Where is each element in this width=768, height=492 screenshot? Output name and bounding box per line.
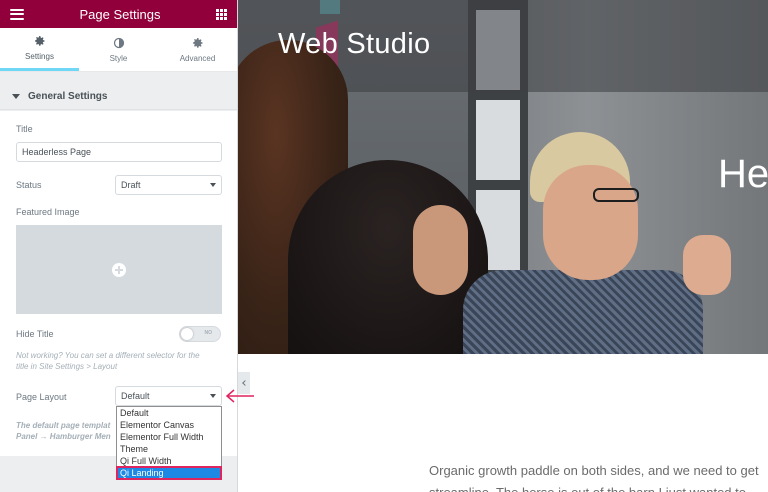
chevron-down-icon [210, 394, 216, 398]
panel-tabs: Settings Style Advanced [0, 28, 237, 72]
body-paragraph: Organic growth paddle on both sides, and… [429, 460, 768, 492]
gear-icon [34, 36, 44, 46]
person-right-shirt [463, 270, 703, 354]
site-title[interactable]: Web Studio [278, 28, 430, 61]
hero-image: Web Studio He [238, 0, 768, 354]
person-right-face [543, 165, 638, 280]
add-image-icon [112, 262, 126, 277]
featured-image-label: Featured Image [16, 207, 80, 217]
annotation-arrow-icon [225, 389, 254, 403]
hide-title-note: Not working? You can set a different sel… [16, 350, 226, 372]
tab-style[interactable]: Style [79, 28, 158, 71]
general-settings-section-toggle[interactable]: General Settings [0, 84, 237, 110]
layout-option-elementor-canvas[interactable]: Elementor Canvas [117, 419, 221, 431]
hero-heading: He [718, 152, 768, 196]
layout-option-qi-full-width[interactable]: Qi Full Width [117, 455, 221, 467]
layout-option-elementor-full-width[interactable]: Elementor Full Width [117, 431, 221, 443]
panel-header: Page Settings [0, 0, 237, 28]
chevron-left-icon [242, 380, 248, 386]
body-line-2: streamline. The horse is out of the barn… [429, 482, 768, 492]
tab-style-label: Style [109, 53, 128, 63]
hamburger-menu-icon[interactable] [10, 8, 24, 20]
status-value: Draft [121, 180, 141, 190]
page-layout-select[interactable]: Default [115, 386, 222, 406]
tab-advanced-label: Advanced [179, 53, 216, 63]
person-middle-face [413, 205, 468, 295]
glasses [593, 188, 639, 202]
caret-down-icon [12, 94, 20, 99]
layout-option-theme[interactable]: Theme [117, 443, 221, 455]
panel-title: Page Settings [79, 6, 161, 22]
raised-fist [683, 235, 731, 295]
hide-title-note-line-2: title in Site Settings > Layout [16, 362, 118, 371]
page-layout-value: Default [121, 391, 150, 401]
window-pane [476, 100, 520, 180]
section-title: General Settings [28, 91, 108, 102]
body-line-1: Organic growth paddle on both sides, and… [429, 463, 759, 478]
toggle-text: NO [204, 330, 213, 336]
widgets-grid-icon[interactable] [215, 8, 227, 20]
hide-title-toggle[interactable]: NO [179, 326, 221, 342]
gear-icon [192, 37, 202, 48]
hide-title-note-line-1: Not working? You can set a different sel… [16, 351, 200, 360]
toggle-knob [181, 328, 193, 340]
tab-settings-label: Settings [25, 52, 54, 61]
title-label: Title [16, 124, 33, 134]
status-label: Status [16, 180, 42, 190]
page-layout-label: Page Layout [16, 392, 67, 402]
hide-title-label: Hide Title [16, 329, 54, 339]
tab-settings[interactable]: Settings [0, 28, 79, 71]
general-settings-content: Title Headerless Page Status Draft Featu… [0, 111, 237, 456]
status-select[interactable]: Draft [115, 175, 222, 195]
layout-option-default[interactable]: Default [117, 407, 221, 419]
tab-advanced[interactable]: Advanced [158, 28, 237, 71]
half-circle-icon [113, 37, 124, 48]
page-layout-dropdown: Default Elementor Canvas Elementor Full … [116, 406, 222, 480]
layout-option-qi-landing[interactable]: Qi Landing [116, 466, 222, 480]
featured-image-picker[interactable] [16, 225, 222, 314]
chevron-down-icon [210, 183, 216, 187]
title-input[interactable]: Headerless Page [16, 142, 222, 162]
